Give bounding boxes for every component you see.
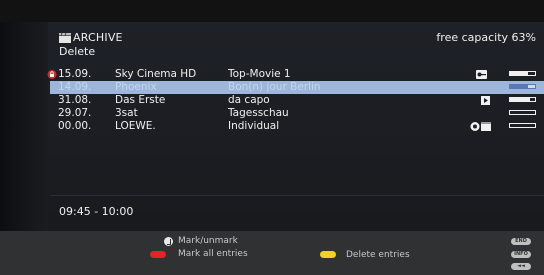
play-icon	[481, 96, 490, 105]
timer-record-icon	[470, 122, 491, 131]
end-key[interactable]: END	[511, 238, 531, 245]
row-date: 31.08.	[58, 94, 92, 106]
progress-bar	[509, 123, 536, 128]
progress-bar	[509, 71, 536, 76]
row-title: da capo	[228, 94, 270, 106]
left-shade	[0, 22, 48, 231]
delete-entries-label[interactable]: Delete entries	[346, 250, 410, 261]
progress-bar	[509, 97, 536, 102]
row-channel: Sky Cinema HD	[115, 68, 197, 80]
list-item-selected[interactable]: 14.09. Phoenix Bon(n) jour Berlin	[50, 81, 544, 94]
yellow-key-icon	[320, 251, 336, 258]
footer-bar: Mark/unmark Mark all entries Delete entr…	[0, 231, 544, 275]
back-key[interactable]: ◄◄	[511, 263, 531, 270]
clapperboard-icon	[59, 33, 71, 43]
row-title: Top-Movie 1	[228, 68, 291, 80]
row-date: 14.09.	[58, 81, 92, 93]
red-key-icon	[150, 251, 166, 258]
row-channel: 3sat	[115, 107, 138, 119]
info-key[interactable]: INFO	[511, 251, 531, 258]
row-channel: Das Erste	[115, 94, 166, 106]
ok-key-icon	[164, 237, 173, 246]
row-title: Individual	[228, 120, 280, 132]
list-item[interactable]: 15.09. Sky Cinema HD Top-Movie 1	[47, 68, 544, 81]
progress-bar	[509, 84, 536, 89]
free-capacity-label: free capacity 63%	[436, 31, 536, 44]
row-title: Bon(n) jour Berlin	[228, 81, 321, 93]
list-item[interactable]: 29.07. 3sat Tagesschau	[50, 107, 544, 120]
progress-bar	[509, 110, 536, 115]
row-channel: Phoenix	[115, 81, 157, 93]
time-range: 09:45 - 10:00	[59, 205, 134, 218]
row-title: Tagesschau	[228, 107, 289, 119]
lock-icon	[47, 70, 57, 79]
row-channel: LOEWE.	[115, 120, 156, 132]
row-date: 15.09.	[58, 68, 92, 80]
page-subtitle: Delete	[59, 45, 96, 58]
list-item[interactable]: 31.08. Das Erste da capo	[50, 94, 544, 107]
list-item[interactable]: 00.00. LOEWE. Individual	[50, 120, 544, 133]
top-bar	[0, 0, 544, 22]
page-title: ARCHIVE	[73, 31, 123, 44]
divider	[50, 195, 544, 196]
key-lock-icon	[476, 70, 487, 79]
mark-unmark-label[interactable]: Mark/unmark	[178, 236, 238, 247]
mark-all-label[interactable]: Mark all entries	[178, 249, 248, 260]
row-date: 29.07.	[58, 107, 92, 119]
row-date: 00.00.	[58, 120, 92, 132]
